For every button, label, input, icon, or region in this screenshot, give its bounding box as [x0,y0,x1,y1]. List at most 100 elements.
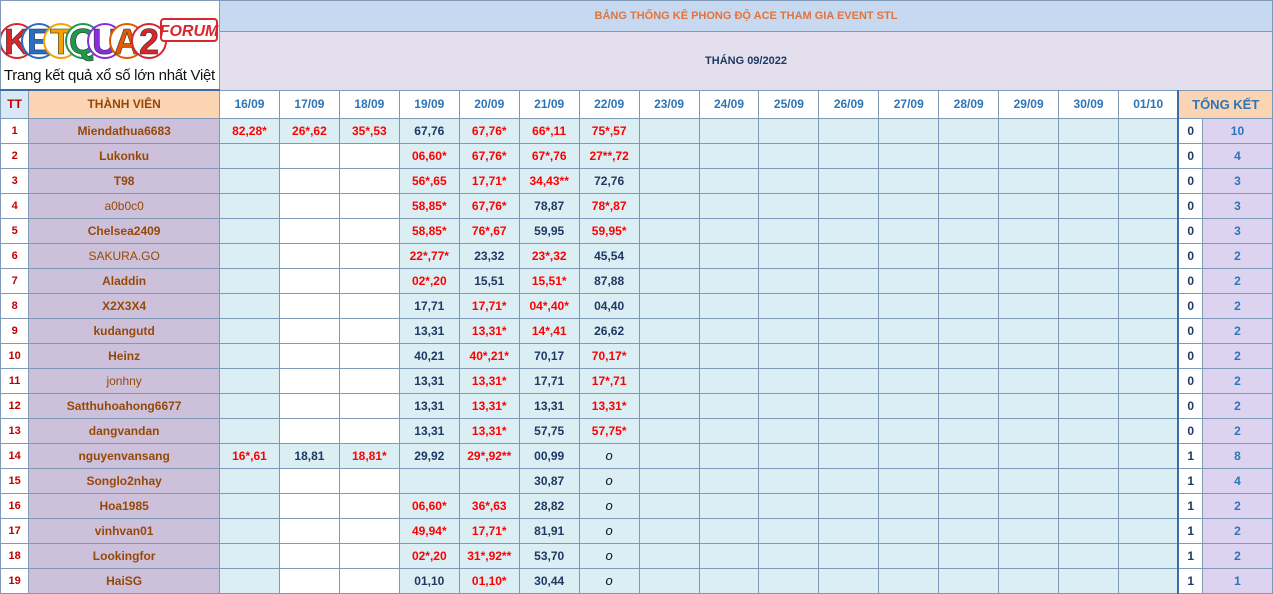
score-cell[interactable] [758,542,820,569]
score-cell[interactable] [278,517,340,544]
score-cell[interactable] [758,442,820,469]
score-cell[interactable] [1118,542,1179,569]
score-cell[interactable] [698,167,760,194]
score-cell[interactable] [878,117,940,144]
score-cell[interactable] [998,267,1060,294]
score-cell[interactable] [219,467,280,494]
score-cell[interactable] [219,267,280,294]
score-cell[interactable] [219,517,280,544]
score-cell[interactable]: 23*,32 [518,242,580,269]
score-cell[interactable] [1118,292,1179,319]
score-cell[interactable] [338,142,400,169]
score-cell[interactable] [878,442,940,469]
score-cell[interactable]: 58,85* [398,217,460,244]
score-cell[interactable] [878,367,940,394]
score-cell[interactable] [878,167,940,194]
score-cell[interactable] [219,242,280,269]
score-cell[interactable] [698,467,760,494]
score-cell[interactable] [698,392,760,419]
score-cell[interactable]: 17,71 [398,292,460,319]
score-cell[interactable] [638,292,700,319]
score-cell[interactable] [219,542,280,569]
score-cell[interactable]: 13,31* [458,392,520,419]
score-cell[interactable]: 06,60* [398,492,460,519]
score-cell[interactable] [878,317,940,344]
score-cell[interactable] [219,567,280,594]
score-cell[interactable] [698,317,760,344]
score-cell[interactable]: 13,31* [458,317,520,344]
score-cell[interactable]: 17*,71 [578,367,640,394]
score-cell[interactable] [338,167,400,194]
score-cell[interactable] [938,267,1000,294]
score-cell[interactable]: 40*,21* [458,342,520,369]
score-cell[interactable] [698,117,760,144]
score-cell[interactable] [1058,442,1119,469]
score-cell[interactable] [1058,267,1119,294]
score-cell[interactable] [1118,217,1179,244]
score-cell[interactable] [638,367,700,394]
score-cell[interactable]: o [578,467,640,494]
score-cell[interactable]: 13,31 [518,392,580,419]
score-cell[interactable]: 13,31 [398,392,460,419]
score-cell[interactable] [698,492,760,519]
score-cell[interactable] [758,317,820,344]
score-cell[interactable] [698,417,760,444]
score-cell[interactable] [1058,392,1119,419]
score-cell[interactable] [698,267,760,294]
score-cell[interactable] [1118,342,1179,369]
score-cell[interactable] [758,417,820,444]
score-cell[interactable]: 26*,62 [278,117,340,144]
score-cell[interactable]: 45,54 [578,242,640,269]
score-cell[interactable] [818,192,880,219]
score-cell[interactable] [758,367,820,394]
score-cell[interactable]: 13,31* [578,392,640,419]
score-cell[interactable] [1058,542,1119,569]
score-cell[interactable] [938,167,1000,194]
score-cell[interactable] [938,117,1000,144]
score-cell[interactable] [338,342,400,369]
score-cell[interactable] [1118,167,1179,194]
score-cell[interactable] [878,267,940,294]
score-cell[interactable] [878,242,940,269]
score-cell[interactable] [758,567,820,594]
score-cell[interactable] [1118,117,1179,144]
score-cell[interactable] [638,117,700,144]
score-cell[interactable]: 78,87 [518,192,580,219]
score-cell[interactable] [938,417,1000,444]
score-cell[interactable] [219,167,280,194]
score-cell[interactable] [1118,517,1179,544]
score-cell[interactable] [758,342,820,369]
score-cell[interactable] [1118,317,1179,344]
score-cell[interactable] [638,267,700,294]
score-cell[interactable]: 17,71* [458,292,520,319]
score-cell[interactable] [638,442,700,469]
score-cell[interactable] [278,492,340,519]
score-cell[interactable] [219,192,280,219]
score-cell[interactable] [638,517,700,544]
score-cell[interactable] [758,217,820,244]
score-cell[interactable] [998,367,1060,394]
score-cell[interactable] [998,142,1060,169]
score-cell[interactable] [1058,467,1119,494]
score-cell[interactable]: 04*,40* [518,292,580,319]
score-cell[interactable]: o [578,442,640,469]
score-cell[interactable]: 26,62 [578,317,640,344]
score-cell[interactable] [638,417,700,444]
score-cell[interactable]: 67*,76 [518,142,580,169]
score-cell[interactable] [998,517,1060,544]
score-cell[interactable] [638,192,700,219]
score-cell[interactable] [338,392,400,419]
score-cell[interactable] [398,467,460,494]
score-cell[interactable]: 58,85* [398,192,460,219]
score-cell[interactable] [938,192,1000,219]
score-cell[interactable] [638,492,700,519]
score-cell[interactable] [878,342,940,369]
score-cell[interactable] [338,217,400,244]
score-cell[interactable] [698,192,760,219]
score-cell[interactable] [938,292,1000,319]
score-cell[interactable] [638,542,700,569]
score-cell[interactable] [938,242,1000,269]
score-cell[interactable] [758,392,820,419]
score-cell[interactable] [278,217,340,244]
score-cell[interactable] [219,292,280,319]
